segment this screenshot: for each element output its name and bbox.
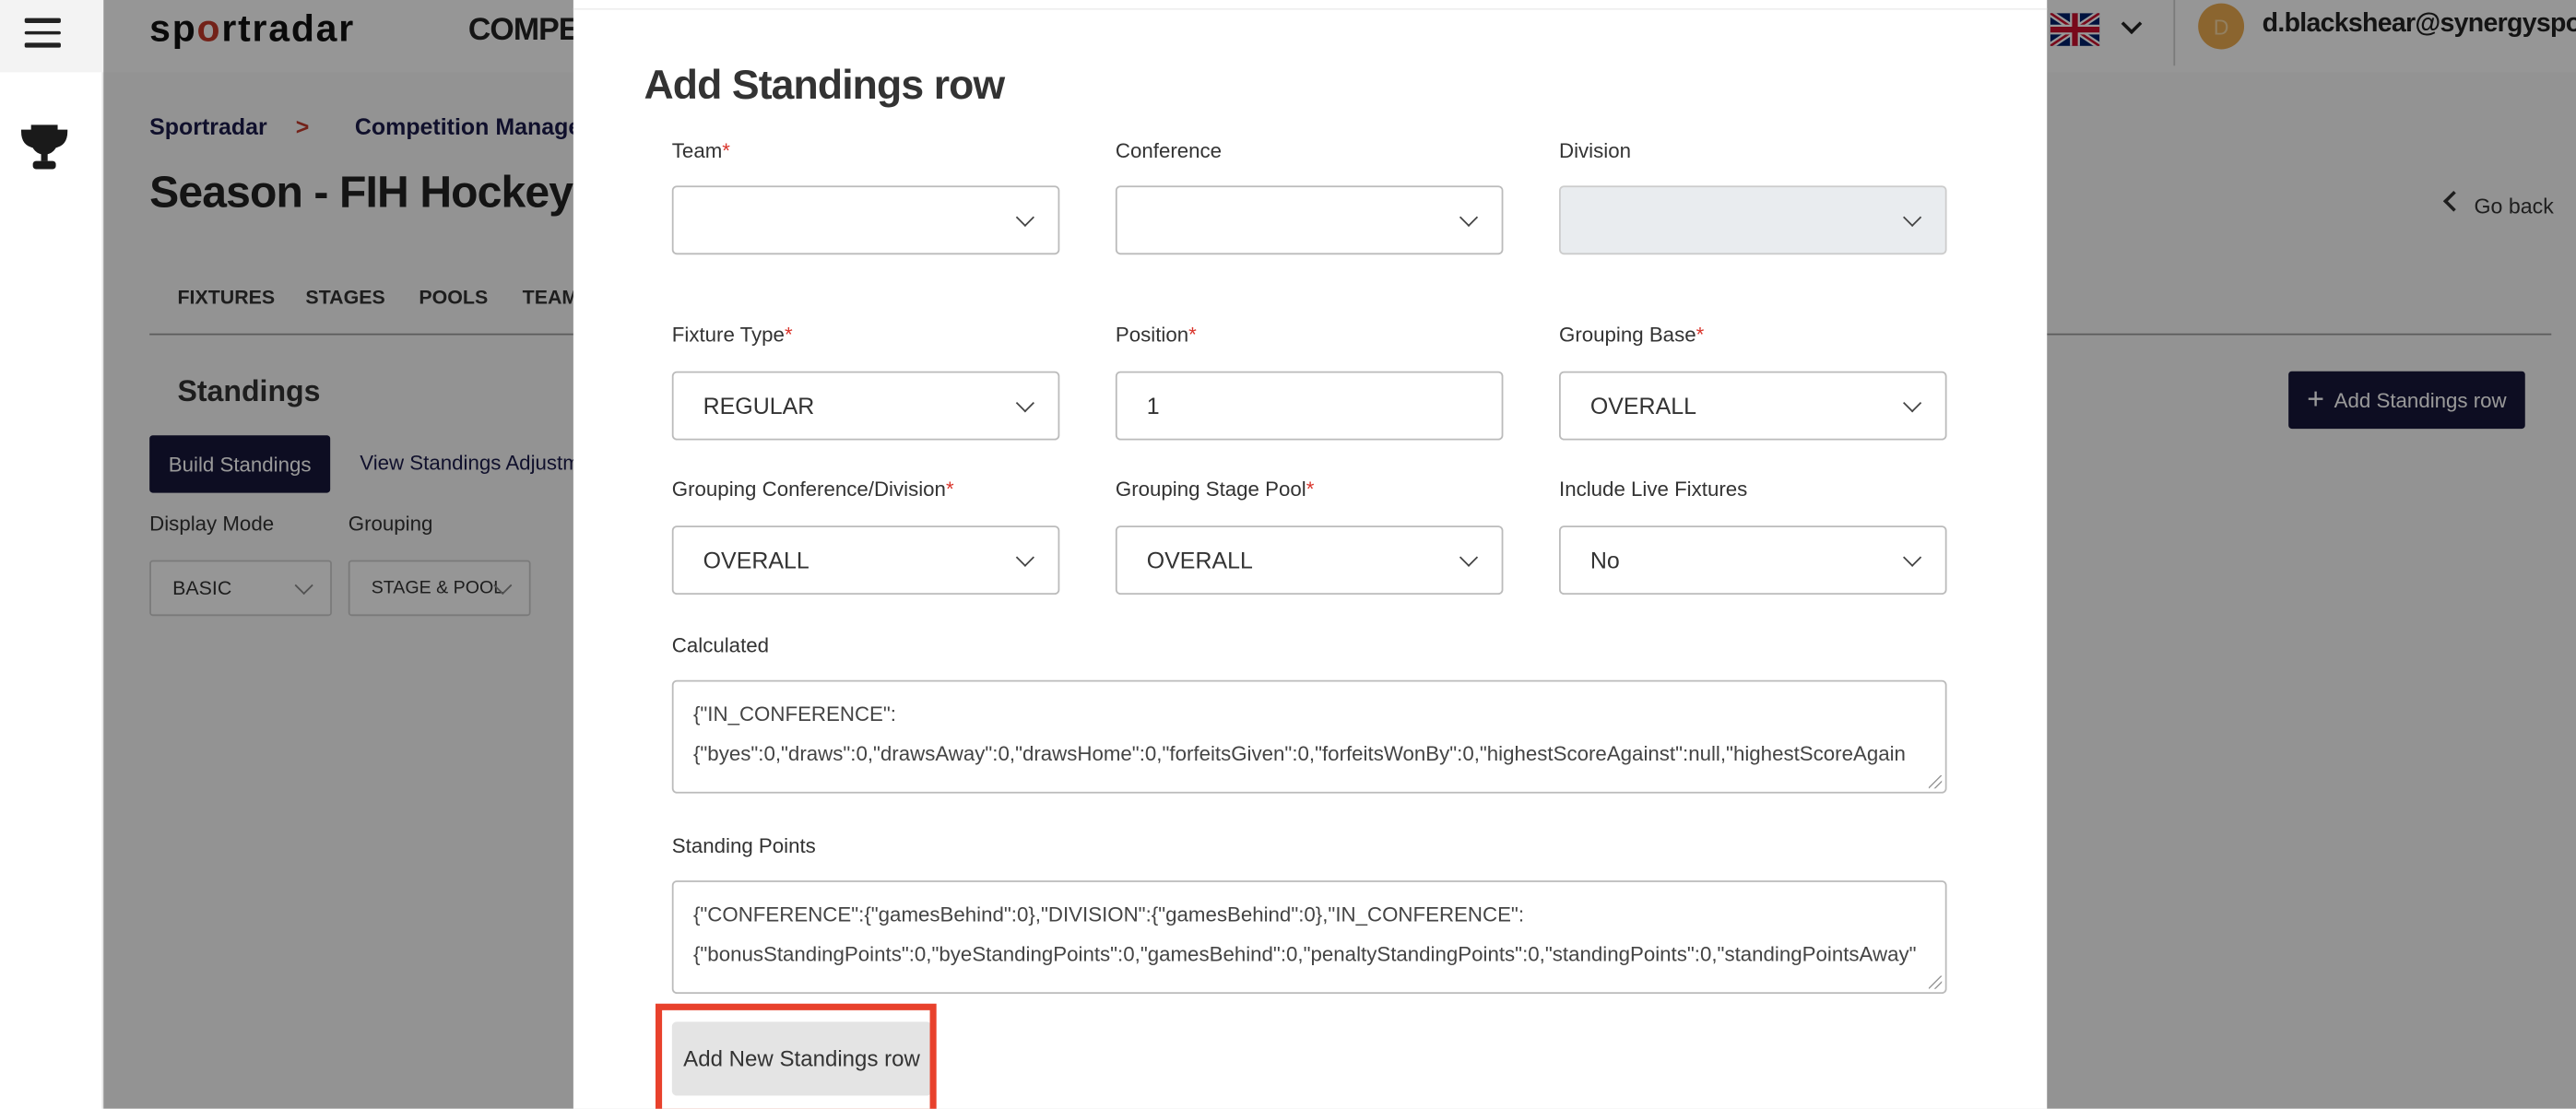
field-value: REGULAR: [703, 392, 815, 419]
grouping-conference-division-label: Grouping Conference/Division*: [672, 478, 954, 501]
field-value: No: [1589, 547, 1620, 573]
grouping-base-label: Grouping Base*: [1559, 324, 1704, 347]
chevron-down-icon: [1459, 548, 1479, 567]
division-label: Division: [1559, 139, 1631, 162]
grouping-conference-division-select[interactable]: OVERALL: [671, 525, 1060, 596]
required-asterisk: *: [784, 324, 793, 347]
include-live-fixtures-label: Include Live Fixtures: [1559, 478, 1747, 501]
chevron-down-icon: [1903, 548, 1922, 567]
required-asterisk: *: [1696, 324, 1705, 347]
standing-points-label: Standing Points: [671, 834, 816, 858]
team-select[interactable]: [671, 185, 1060, 255]
textarea-line: {"byes":0,"draws":0,"drawsAway":0,"draws…: [692, 742, 1906, 766]
label-text: Grouping Conference/Division: [671, 478, 946, 501]
grouping-stage-pool-label: Grouping Stage Pool*: [1116, 478, 1314, 501]
required-asterisk: *: [1188, 324, 1197, 347]
textarea-line: {"IN_CONFERENCE":: [692, 702, 896, 726]
label-text: Conference: [1115, 139, 1223, 163]
chevron-down-icon: [1903, 394, 1922, 413]
label-text: Position: [1115, 324, 1189, 347]
position-label: Position*: [1116, 324, 1197, 347]
division-select[interactable]: [1559, 185, 1947, 255]
label-text: Grouping Stage Pool: [1115, 478, 1306, 501]
field-value: OVERALL: [703, 547, 809, 573]
textarea-line: {"CONFERENCE":{"gamesBehind":0},"DIVISIO…: [692, 903, 1525, 926]
conference-select[interactable]: [1115, 185, 1504, 255]
include-live-fixtures-select[interactable]: No: [1559, 525, 1947, 596]
modal-title: Add Standings row: [644, 62, 1006, 109]
fixture-type-label: Fixture Type*: [672, 324, 793, 347]
calculated-label: Calculated: [671, 633, 770, 657]
field-value: 1: [1146, 392, 1160, 419]
label-text: Fixture Type: [671, 324, 785, 347]
calculated-textarea[interactable]: {"IN_CONFERENCE": {"byes":0,"draws":0,"d…: [671, 679, 1947, 794]
fixture-type-select[interactable]: REGULAR: [671, 371, 1060, 441]
chevron-down-icon: [1015, 394, 1034, 413]
chevron-down-icon: [1015, 548, 1034, 567]
grouping-stage-pool-select[interactable]: OVERALL: [1115, 525, 1504, 596]
label-text: Division: [1559, 139, 1631, 163]
field-value: OVERALL: [1146, 547, 1253, 573]
conference-label: Conference: [1116, 139, 1222, 162]
trophy-icon[interactable]: [18, 124, 71, 171]
resize-handle-icon[interactable]: [1928, 975, 1943, 989]
chevron-down-icon: [1015, 207, 1034, 228]
label-text: Team: [671, 139, 723, 163]
highlight-box: [655, 1003, 937, 1109]
label-text: Grouping Base: [1559, 324, 1696, 347]
resize-handle-icon[interactable]: [1928, 775, 1943, 789]
modal-divider: [573, 7, 2048, 10]
label-text: Include Live Fixtures: [1559, 478, 1748, 501]
required-asterisk: *: [945, 478, 954, 501]
field-value: OVERALL: [1589, 392, 1696, 419]
standing-points-textarea[interactable]: {"CONFERENCE":{"gamesBehind":0},"DIVISIO…: [671, 880, 1947, 995]
chevron-down-icon: [1903, 207, 1922, 228]
sidebar: [0, 0, 104, 1109]
team-label: Team*: [672, 139, 730, 162]
grouping-base-select[interactable]: OVERALL: [1559, 371, 1947, 441]
required-asterisk: *: [1306, 478, 1315, 501]
required-asterisk: *: [722, 139, 730, 163]
hamburger-icon[interactable]: [24, 18, 61, 48]
textarea-line: {"bonusStandingPoints":0,"byeStandingPoi…: [692, 942, 1917, 966]
position-input[interactable]: 1: [1115, 371, 1504, 441]
chevron-down-icon: [1459, 207, 1479, 228]
